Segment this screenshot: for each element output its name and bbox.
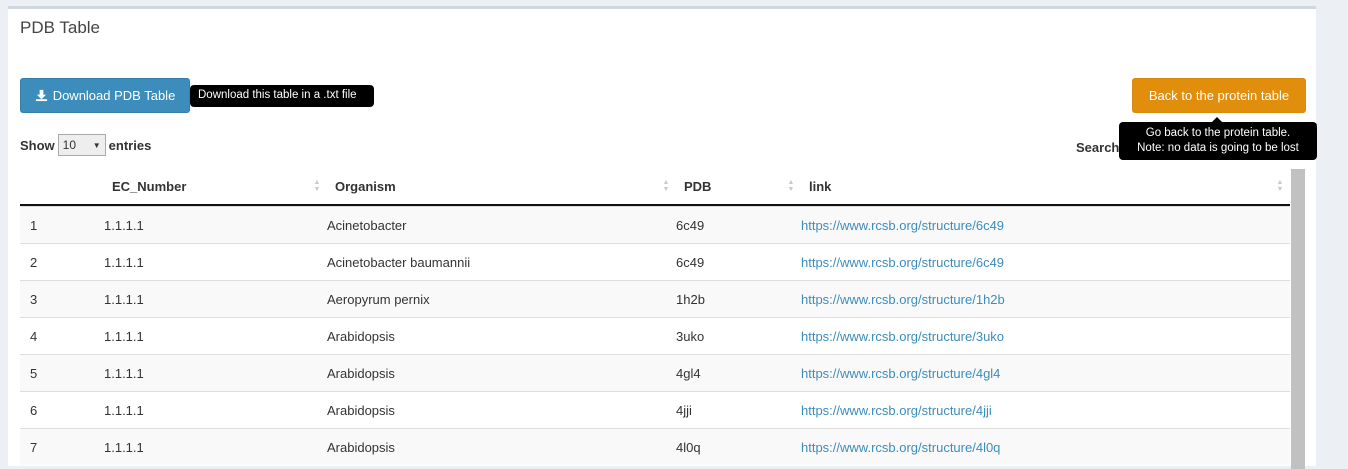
- cell-organism: Acinetobacter: [327, 217, 407, 233]
- table-row: 2 1.1.1.1 Acinetobacter baumannii 6c49 h…: [20, 243, 1290, 280]
- table-scrollbar[interactable]: [1291, 169, 1305, 469]
- back-button-label: Back to the protein table: [1148, 88, 1290, 103]
- cell-pdb: 4l0q: [676, 439, 701, 455]
- header-link-label: link: [809, 179, 832, 194]
- cell-pdb: 1h2b: [676, 291, 705, 307]
- cell-ec-number: 1.1.1.1: [104, 402, 144, 418]
- pdb-link[interactable]: https://www.rcsb.org/structure/6c49: [801, 218, 1004, 233]
- sort-icon: ▲ ▼: [1276, 179, 1284, 193]
- cell-index: 3: [30, 291, 38, 307]
- cell-organism: Acinetobacter baumannii: [327, 254, 471, 270]
- sort-icon: ▲ ▼: [313, 179, 321, 193]
- download-icon: [35, 89, 47, 102]
- back-tooltip-line-1: Go back to the protein table.: [1145, 127, 1291, 139]
- cell-organism: Arabidopsis: [327, 439, 395, 455]
- pdb-table-panel: PDB Table Download PDB Table Download th…: [8, 6, 1317, 469]
- back-to-protein-table-button[interactable]: Back to the protein table: [1132, 78, 1306, 113]
- pdb-link[interactable]: https://www.rcsb.org/structure/3uko: [801, 329, 1004, 344]
- cell-index: 5: [30, 365, 38, 381]
- pdb-link[interactable]: https://www.rcsb.org/structure/6c49: [801, 255, 1004, 270]
- entries-select[interactable]: 10 ▼: [57, 134, 106, 156]
- cell-organism: Arabidopsis: [327, 328, 395, 344]
- table-row: 7 1.1.1.1 Arabidopsis 4l0q https://www.r…: [20, 428, 1290, 465]
- cell-pdb: 6c49: [676, 217, 705, 233]
- header-index[interactable]: [20, 169, 104, 204]
- cell-index: 6: [30, 402, 38, 418]
- entries-label: entries: [108, 137, 152, 153]
- length-control: Show 10 ▼ entries: [20, 134, 151, 156]
- back-tooltip-line-2: Note: no data is going to be lost: [1137, 142, 1299, 154]
- cell-pdb: 6c49: [676, 254, 705, 270]
- header-ec-number-label: EC_Number: [112, 179, 187, 194]
- header-organism-label: Organism: [335, 179, 396, 194]
- table-row: 6 1.1.1.1 Arabidopsis 4jji https://www.r…: [20, 391, 1290, 428]
- cell-ec-number: 1.1.1.1: [104, 254, 144, 270]
- cell-pdb: 3uko: [676, 328, 705, 344]
- sort-icon: ▲ ▼: [787, 179, 795, 193]
- pdb-link[interactable]: https://www.rcsb.org/structure/4l0q: [801, 440, 1000, 455]
- cell-index: 7: [30, 439, 38, 455]
- entries-select-value: 10: [62, 138, 77, 152]
- cell-ec-number: 1.1.1.1: [104, 217, 144, 233]
- table-row: 4 1.1.1.1 Arabidopsis 3uko https://www.r…: [20, 317, 1290, 354]
- table-row: 5 1.1.1.1 Arabidopsis 4gl4 https://www.r…: [20, 354, 1290, 391]
- table-row: 3 1.1.1.1 Aeropyrum pernix 1h2b https://…: [20, 280, 1290, 317]
- header-organism[interactable]: Organism ▲ ▼: [327, 169, 676, 204]
- cell-ec-number: 1.1.1.1: [104, 365, 144, 381]
- cell-ec-number: 1.1.1.1: [104, 439, 144, 455]
- download-pdb-table-button[interactable]: Download PDB Table: [20, 78, 190, 113]
- search-label: Search: [1076, 140, 1120, 155]
- back-tooltip: Go back to the protein table. Note: no d…: [1119, 122, 1317, 160]
- header-ec-number[interactable]: EC_Number ▲ ▼: [104, 169, 327, 204]
- panel-title: PDB Table: [20, 18, 101, 37]
- pdb-link[interactable]: https://www.rcsb.org/structure/4jji: [801, 403, 992, 418]
- cell-index: 4: [30, 328, 38, 344]
- cell-ec-number: 1.1.1.1: [104, 328, 144, 344]
- pdb-link[interactable]: https://www.rcsb.org/structure/4gl4: [801, 366, 1000, 381]
- cell-pdb: 4gl4: [676, 365, 701, 381]
- download-button-label: Download PDB Table: [52, 88, 176, 103]
- download-tooltip: Download this table in a .txt file: [190, 85, 374, 107]
- table-header: EC_Number ▲ ▼ Organism ▲ ▼ PDB ▲ ▼ link ▲ ▼: [20, 169, 1290, 206]
- header-pdb-label: PDB: [684, 179, 712, 194]
- cell-organism: Arabidopsis: [327, 365, 395, 381]
- cell-index: 2: [30, 254, 38, 270]
- table-row: 1 1.1.1.1 Acinetobacter 6c49 https://www…: [20, 206, 1290, 243]
- cell-ec-number: 1.1.1.1: [104, 291, 144, 307]
- sort-icon: ▲ ▼: [662, 179, 670, 193]
- cell-organism: Arabidopsis: [327, 402, 395, 418]
- pdb-link[interactable]: https://www.rcsb.org/structure/1h2b: [801, 292, 1005, 307]
- header-pdb[interactable]: PDB ▲ ▼: [676, 169, 801, 204]
- cell-pdb: 4jji: [676, 402, 692, 418]
- chevron-down-icon: ▼: [92, 140, 101, 150]
- cell-organism: Aeropyrum pernix: [327, 291, 430, 307]
- cell-index: 1: [30, 217, 38, 233]
- header-link[interactable]: link ▲ ▼: [801, 169, 1290, 204]
- pdb-table: EC_Number ▲ ▼ Organism ▲ ▼ PDB ▲ ▼ link ▲ ▼ …: [20, 169, 1290, 465]
- show-label: Show: [20, 137, 55, 153]
